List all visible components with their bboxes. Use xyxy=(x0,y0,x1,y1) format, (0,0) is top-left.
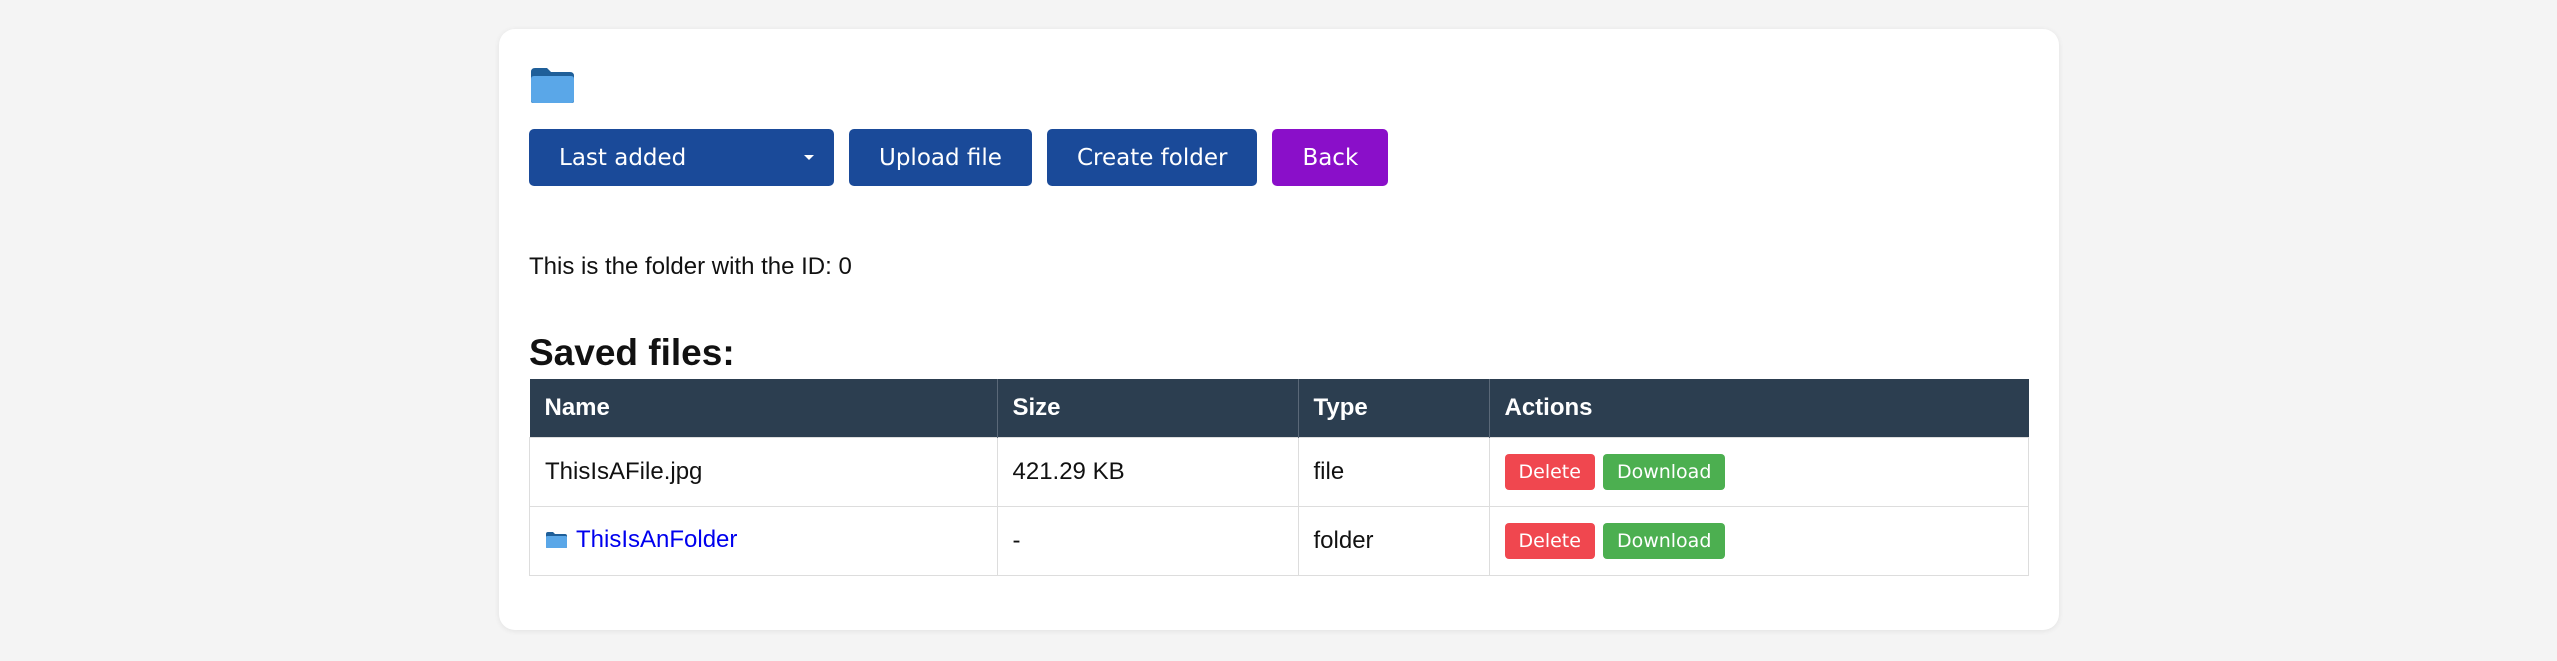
folder-name-cell: ThisIsAnFolder xyxy=(529,506,998,576)
back-button[interactable]: Back xyxy=(1272,129,1389,186)
table-row: ThisIsAFile.jpg 421.29 KB file Delete Do… xyxy=(529,437,2029,507)
column-header-name: Name xyxy=(529,379,998,438)
file-size-cell: - xyxy=(996,506,1299,576)
download-button[interactable]: Download xyxy=(1602,523,1726,559)
delete-button[interactable]: Delete xyxy=(1504,523,1595,559)
create-folder-button[interactable]: Create folder xyxy=(1046,129,1258,186)
sort-select[interactable]: Last added xyxy=(529,129,834,186)
folder-icon xyxy=(546,532,567,548)
table-header-row: Name Size Type Actions xyxy=(529,379,2029,438)
upload-file-button[interactable]: Upload file xyxy=(849,129,1032,186)
delete-button[interactable]: Delete xyxy=(1504,454,1595,490)
file-name-cell: ThisIsAFile.jpg xyxy=(529,437,998,507)
files-table: Name Size Type Actions ThisIsAFile.jpg 4… xyxy=(529,379,2029,576)
file-type-cell: folder xyxy=(1297,506,1490,576)
folder-id-text: This is the folder with the ID: 0 xyxy=(529,253,852,280)
section-title: Saved files: xyxy=(529,332,735,373)
chevron-down-icon xyxy=(804,155,814,160)
folder-link-label: ThisIsAnFolder xyxy=(576,526,738,553)
sort-select-value: Last added xyxy=(559,144,687,171)
actions-cell: Delete Download xyxy=(1488,506,2029,576)
toolbar: Last added Upload file Create folder Bac… xyxy=(529,129,1389,186)
folder-icon xyxy=(531,68,574,103)
column-header-type: Type xyxy=(1298,379,1490,438)
download-button[interactable]: Download xyxy=(1602,454,1726,490)
table-row: ThisIsAnFolder - folder Delete Download xyxy=(529,506,2029,576)
file-type-cell: file xyxy=(1297,437,1490,507)
file-size-cell: 421.29 KB xyxy=(996,437,1299,507)
actions-cell: Delete Download xyxy=(1488,437,2029,507)
folder-link[interactable]: ThisIsAnFolder xyxy=(545,526,737,554)
file-manager-card: Last added Upload file Create folder Bac… xyxy=(499,29,2059,630)
column-header-actions: Actions xyxy=(1489,379,2029,438)
column-header-size: Size xyxy=(997,379,1299,438)
